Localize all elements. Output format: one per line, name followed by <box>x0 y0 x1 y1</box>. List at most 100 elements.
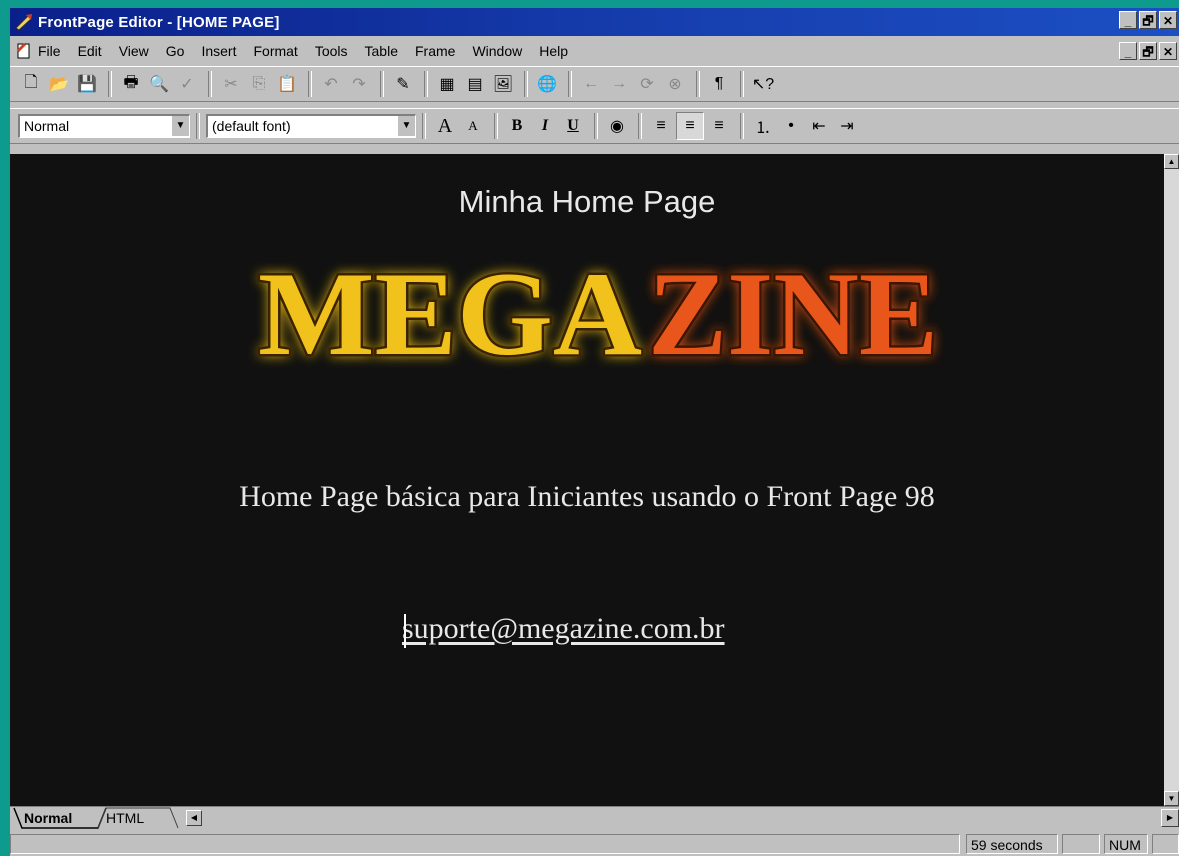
cut-icon[interactable]: ✂ <box>218 71 244 97</box>
bulleted-list-icon[interactable]: • <box>778 113 804 139</box>
title-bar[interactable]: FrontPage Editor - [HOME PAGE] _ 🗗 ✕ <box>10 8 1179 36</box>
status-empty-panel <box>1062 834 1100 854</box>
email-link[interactable]: suporte@megazine.com.br <box>402 612 725 646</box>
bold-icon[interactable]: B <box>504 113 530 139</box>
decrease-indent-icon[interactable]: ⇤ <box>806 113 832 139</box>
webbot-icon[interactable]: ✎ <box>390 71 416 97</box>
doc-minimize-button[interactable]: _ <box>1119 42 1137 60</box>
toolbar-separator <box>380 71 384 97</box>
scroll-down-icon[interactable]: ▼ <box>1164 791 1179 806</box>
page-subtitle[interactable]: Home Page básica para Iniciantes usando … <box>10 480 1164 514</box>
toolbar-separator <box>108 71 112 97</box>
menu-tools[interactable]: Tools <box>315 43 348 59</box>
standard-toolbar: 🗋 📂 💾 🖶 🔍 ✓ ✂ ⎘ 📋 ↶ ↷ ✎ ▦ ▤ 🖼 🌐 ← → ⟳ ⊗ … <box>10 66 1179 102</box>
toolbar-separator <box>638 113 642 139</box>
format-toolbar: Normal ▼ (default font) ▼ A A B I U ◉ ≡ … <box>10 108 1179 144</box>
download-time: 59 seconds <box>966 834 1058 854</box>
help-pointer-icon[interactable]: ↖? <box>750 71 776 97</box>
logo-text-zine: ZINE <box>648 247 938 374</box>
num-lock-indicator: NUM <box>1104 834 1148 854</box>
menu-window[interactable]: Window <box>472 43 522 59</box>
toolbar-separator <box>424 71 428 97</box>
document-icon[interactable] <box>16 42 32 60</box>
logo-text-mega: MEGA <box>258 247 642 374</box>
show-paragraph-icon[interactable]: ¶ <box>706 71 732 97</box>
open-icon[interactable]: 📂 <box>46 71 72 97</box>
print-preview-icon[interactable]: 🔍 <box>146 71 172 97</box>
toolbar-separator <box>524 71 528 97</box>
insert-table-icon[interactable]: ▦ <box>434 71 460 97</box>
new-page-icon[interactable]: 🗋 <box>18 71 44 97</box>
status-bar: 59 seconds NUM <box>10 832 1179 856</box>
print-icon[interactable]: 🖶 <box>118 71 144 97</box>
increase-font-icon[interactable]: A <box>432 113 458 139</box>
menu-file[interactable]: File <box>38 43 61 59</box>
toolbar-separator <box>196 113 200 139</box>
decrease-font-icon[interactable]: A <box>460 113 486 139</box>
align-center-icon[interactable]: ≡ <box>676 112 704 140</box>
editor-canvas[interactable]: Minha Home Page MEGA ZINE Home Page bási… <box>10 154 1164 806</box>
italic-icon[interactable]: I <box>532 113 558 139</box>
font-select-value: (default font) <box>212 118 291 134</box>
save-icon[interactable]: 💾 <box>74 71 100 97</box>
status-message <box>10 834 960 854</box>
copy-icon[interactable]: ⎘ <box>246 71 272 97</box>
insert-image-icon[interactable]: 🖼 <box>490 71 516 97</box>
text-caret <box>404 614 406 648</box>
page-heading[interactable]: Minha Home Page <box>10 184 1164 220</box>
menu-go[interactable]: Go <box>166 43 185 59</box>
redo-icon[interactable]: ↷ <box>346 71 372 97</box>
toolbar-separator <box>568 71 572 97</box>
spelling-icon[interactable]: ✓ <box>174 71 200 97</box>
toolbar-separator <box>422 113 426 139</box>
doc-restore-button[interactable]: 🗗 <box>1139 42 1157 60</box>
underline-icon[interactable]: U <box>560 113 586 139</box>
close-button[interactable]: ✕ <box>1159 11 1177 29</box>
status-empty-panel <box>1152 834 1179 854</box>
undo-icon[interactable]: ↶ <box>318 71 344 97</box>
scroll-right-icon[interactable]: ▶ <box>1161 809 1179 827</box>
chevron-down-icon[interactable]: ▼ <box>397 116 415 136</box>
menu-table[interactable]: Table <box>365 43 398 59</box>
restore-button[interactable]: 🗗 <box>1139 11 1157 29</box>
paste-icon[interactable]: 📋 <box>274 71 300 97</box>
toolbar-separator <box>494 113 498 139</box>
chevron-down-icon[interactable]: ▼ <box>171 116 189 136</box>
back-icon[interactable]: ← <box>578 71 604 97</box>
menu-format[interactable]: Format <box>253 43 297 59</box>
align-left-icon[interactable]: ≡ <box>648 113 674 139</box>
forward-icon[interactable]: → <box>606 71 632 97</box>
text-color-icon[interactable]: ◉ <box>604 113 630 139</box>
window-title: FrontPage Editor - [HOME PAGE] <box>38 13 280 31</box>
tab-normal[interactable]: Normal <box>24 809 72 827</box>
megazine-logo[interactable]: MEGA ZINE <box>238 245 954 383</box>
hyperlink-icon[interactable]: 🌐 <box>534 71 560 97</box>
toolbar-separator <box>308 71 312 97</box>
menu-view[interactable]: View <box>119 43 149 59</box>
toolbar-separator <box>696 71 700 97</box>
menu-help[interactable]: Help <box>539 43 568 59</box>
doc-close-button[interactable]: ✕ <box>1159 42 1177 60</box>
menu-edit[interactable]: Edit <box>78 43 102 59</box>
menu-bar: File Edit View Go Insert Format Tools Ta… <box>10 38 1179 64</box>
vertical-scrollbar[interactable]: ▲ ▼ <box>1164 154 1179 806</box>
refresh-icon[interactable]: ⟳ <box>634 71 660 97</box>
toolbar-separator <box>594 113 598 139</box>
font-select[interactable]: (default font) ▼ <box>206 114 416 138</box>
align-right-icon[interactable]: ≡ <box>706 113 732 139</box>
scroll-up-icon[interactable]: ▲ <box>1164 154 1179 169</box>
tab-html[interactable]: HTML <box>106 809 144 827</box>
frontpage-window: FrontPage Editor - [HOME PAGE] _ 🗗 ✕ Fil… <box>10 8 1179 856</box>
style-select[interactable]: Normal ▼ <box>18 114 190 138</box>
stop-icon[interactable]: ⊗ <box>662 71 688 97</box>
menu-frame[interactable]: Frame <box>415 43 455 59</box>
numbered-list-icon[interactable]: ⒈ <box>750 113 776 139</box>
tab-scroll-left-icon[interactable]: ◀ <box>186 810 202 826</box>
minimize-button[interactable]: _ <box>1119 11 1137 29</box>
menu-insert[interactable]: Insert <box>201 43 236 59</box>
increase-indent-icon[interactable]: ⇥ <box>834 113 860 139</box>
insert-form-icon[interactable]: ▤ <box>462 71 488 97</box>
toolbar-separator <box>208 71 212 97</box>
frontpage-logo-icon[interactable] <box>14 12 34 32</box>
view-tabs: Normal HTML ◀ ▶ <box>10 806 1179 830</box>
